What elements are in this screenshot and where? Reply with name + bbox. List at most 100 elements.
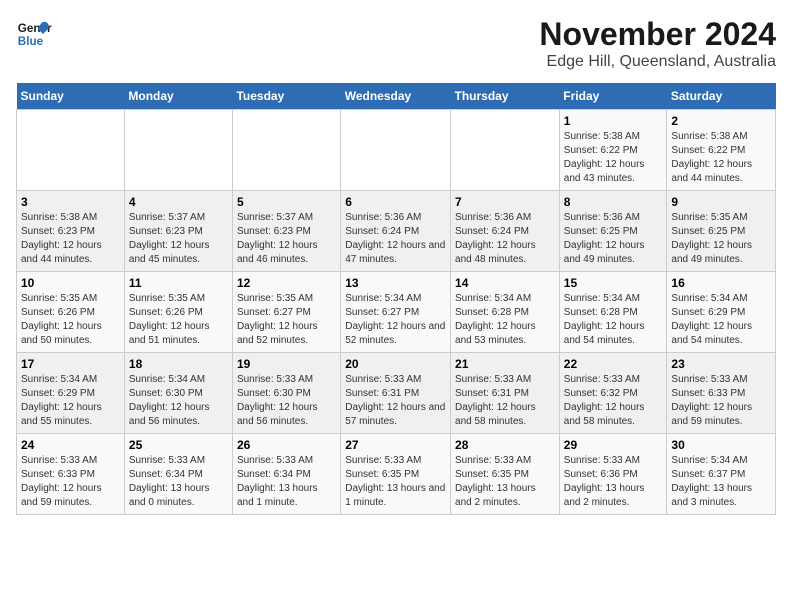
table-row [232, 110, 340, 191]
day-number: 19 [237, 357, 336, 371]
day-info: Sunrise: 5:34 AMSunset: 6:28 PMDaylight:… [564, 293, 645, 346]
col-sunday: Sunday [17, 83, 125, 110]
day-number: 6 [345, 195, 446, 209]
svg-text:Blue: Blue [18, 35, 44, 48]
day-info: Sunrise: 5:33 AMSunset: 6:30 PMDaylight:… [237, 374, 318, 427]
day-number: 23 [671, 357, 771, 371]
day-number: 30 [671, 438, 771, 452]
table-row: 4 Sunrise: 5:37 AMSunset: 6:23 PMDayligh… [124, 191, 232, 272]
table-row: 20 Sunrise: 5:33 AMSunset: 6:31 PMDaylig… [341, 353, 451, 434]
day-number: 5 [237, 195, 336, 209]
table-row [451, 110, 560, 191]
day-number: 11 [129, 276, 228, 290]
day-info: Sunrise: 5:35 AMSunset: 6:27 PMDaylight:… [237, 293, 318, 346]
table-row: 12 Sunrise: 5:35 AMSunset: 6:27 PMDaylig… [232, 272, 340, 353]
logo: General Blue General Blue [16, 16, 52, 52]
day-info: Sunrise: 5:37 AMSunset: 6:23 PMDaylight:… [129, 212, 210, 265]
calendar-week-row: 17 Sunrise: 5:34 AMSunset: 6:29 PMDaylig… [17, 353, 776, 434]
page-header: General Blue General Blue November 2024 … [16, 16, 776, 71]
day-number: 9 [671, 195, 771, 209]
day-number: 8 [564, 195, 663, 209]
day-info: Sunrise: 5:33 AMSunset: 6:35 PMDaylight:… [345, 455, 445, 508]
day-number: 14 [455, 276, 555, 290]
col-friday: Friday [559, 83, 667, 110]
day-info: Sunrise: 5:34 AMSunset: 6:29 PMDaylight:… [21, 374, 102, 427]
day-info: Sunrise: 5:33 AMSunset: 6:33 PMDaylight:… [671, 374, 752, 427]
table-row: 6 Sunrise: 5:36 AMSunset: 6:24 PMDayligh… [341, 191, 451, 272]
table-row: 10 Sunrise: 5:35 AMSunset: 6:26 PMDaylig… [17, 272, 125, 353]
day-info: Sunrise: 5:33 AMSunset: 6:31 PMDaylight:… [455, 374, 536, 427]
table-row: 13 Sunrise: 5:34 AMSunset: 6:27 PMDaylig… [341, 272, 451, 353]
day-number: 20 [345, 357, 446, 371]
day-number: 16 [671, 276, 771, 290]
day-number: 24 [21, 438, 120, 452]
table-row: 14 Sunrise: 5:34 AMSunset: 6:28 PMDaylig… [451, 272, 560, 353]
col-saturday: Saturday [667, 83, 776, 110]
day-info: Sunrise: 5:33 AMSunset: 6:32 PMDaylight:… [564, 374, 645, 427]
table-row: 3 Sunrise: 5:38 AMSunset: 6:23 PMDayligh… [17, 191, 125, 272]
day-info: Sunrise: 5:34 AMSunset: 6:30 PMDaylight:… [129, 374, 210, 427]
day-number: 3 [21, 195, 120, 209]
table-row: 7 Sunrise: 5:36 AMSunset: 6:24 PMDayligh… [451, 191, 560, 272]
table-row: 25 Sunrise: 5:33 AMSunset: 6:34 PMDaylig… [124, 434, 232, 515]
day-number: 18 [129, 357, 228, 371]
day-info: Sunrise: 5:33 AMSunset: 6:34 PMDaylight:… [129, 455, 210, 508]
calendar-week-row: 10 Sunrise: 5:35 AMSunset: 6:26 PMDaylig… [17, 272, 776, 353]
col-wednesday: Wednesday [341, 83, 451, 110]
table-row: 24 Sunrise: 5:33 AMSunset: 6:33 PMDaylig… [17, 434, 125, 515]
title-block: November 2024 Edge Hill, Queensland, Aus… [539, 16, 776, 71]
day-number: 2 [671, 114, 771, 128]
day-number: 15 [564, 276, 663, 290]
table-row: 11 Sunrise: 5:35 AMSunset: 6:26 PMDaylig… [124, 272, 232, 353]
day-number: 22 [564, 357, 663, 371]
day-info: Sunrise: 5:36 AMSunset: 6:24 PMDaylight:… [455, 212, 536, 265]
day-number: 1 [564, 114, 663, 128]
calendar-week-row: 24 Sunrise: 5:33 AMSunset: 6:33 PMDaylig… [17, 434, 776, 515]
table-row: 16 Sunrise: 5:34 AMSunset: 6:29 PMDaylig… [667, 272, 776, 353]
col-monday: Monday [124, 83, 232, 110]
table-row: 19 Sunrise: 5:33 AMSunset: 6:30 PMDaylig… [232, 353, 340, 434]
day-number: 29 [564, 438, 663, 452]
day-number: 10 [21, 276, 120, 290]
table-row: 30 Sunrise: 5:34 AMSunset: 6:37 PMDaylig… [667, 434, 776, 515]
day-info: Sunrise: 5:38 AMSunset: 6:22 PMDaylight:… [671, 131, 752, 184]
calendar-header-row: Sunday Monday Tuesday Wednesday Thursday… [17, 83, 776, 110]
table-row: 21 Sunrise: 5:33 AMSunset: 6:31 PMDaylig… [451, 353, 560, 434]
table-row: 22 Sunrise: 5:33 AMSunset: 6:32 PMDaylig… [559, 353, 667, 434]
table-row: 1 Sunrise: 5:38 AMSunset: 6:22 PMDayligh… [559, 110, 667, 191]
calendar-week-row: 1 Sunrise: 5:38 AMSunset: 6:22 PMDayligh… [17, 110, 776, 191]
day-number: 26 [237, 438, 336, 452]
table-row: 15 Sunrise: 5:34 AMSunset: 6:28 PMDaylig… [559, 272, 667, 353]
table-row: 27 Sunrise: 5:33 AMSunset: 6:35 PMDaylig… [341, 434, 451, 515]
day-info: Sunrise: 5:36 AMSunset: 6:25 PMDaylight:… [564, 212, 645, 265]
day-info: Sunrise: 5:37 AMSunset: 6:23 PMDaylight:… [237, 212, 318, 265]
day-info: Sunrise: 5:34 AMSunset: 6:37 PMDaylight:… [671, 455, 752, 508]
day-number: 25 [129, 438, 228, 452]
day-number: 28 [455, 438, 555, 452]
calendar-table: Sunday Monday Tuesday Wednesday Thursday… [16, 83, 776, 515]
day-info: Sunrise: 5:36 AMSunset: 6:24 PMDaylight:… [345, 212, 445, 265]
day-info: Sunrise: 5:33 AMSunset: 6:35 PMDaylight:… [455, 455, 536, 508]
day-info: Sunrise: 5:34 AMSunset: 6:28 PMDaylight:… [455, 293, 536, 346]
table-row [17, 110, 125, 191]
calendar-week-row: 3 Sunrise: 5:38 AMSunset: 6:23 PMDayligh… [17, 191, 776, 272]
table-row: 5 Sunrise: 5:37 AMSunset: 6:23 PMDayligh… [232, 191, 340, 272]
day-number: 13 [345, 276, 446, 290]
logo-icon: General Blue [16, 16, 52, 52]
day-info: Sunrise: 5:33 AMSunset: 6:33 PMDaylight:… [21, 455, 102, 508]
day-number: 17 [21, 357, 120, 371]
day-number: 4 [129, 195, 228, 209]
day-info: Sunrise: 5:35 AMSunset: 6:26 PMDaylight:… [21, 293, 102, 346]
day-number: 12 [237, 276, 336, 290]
col-tuesday: Tuesday [232, 83, 340, 110]
table-row: 17 Sunrise: 5:34 AMSunset: 6:29 PMDaylig… [17, 353, 125, 434]
table-row: 2 Sunrise: 5:38 AMSunset: 6:22 PMDayligh… [667, 110, 776, 191]
table-row: 28 Sunrise: 5:33 AMSunset: 6:35 PMDaylig… [451, 434, 560, 515]
page-title: November 2024 [539, 16, 776, 53]
table-row [341, 110, 451, 191]
day-info: Sunrise: 5:33 AMSunset: 6:36 PMDaylight:… [564, 455, 645, 508]
day-info: Sunrise: 5:34 AMSunset: 6:27 PMDaylight:… [345, 293, 445, 346]
page-subtitle: Edge Hill, Queensland, Australia [539, 53, 776, 71]
table-row: 18 Sunrise: 5:34 AMSunset: 6:30 PMDaylig… [124, 353, 232, 434]
table-row: 29 Sunrise: 5:33 AMSunset: 6:36 PMDaylig… [559, 434, 667, 515]
